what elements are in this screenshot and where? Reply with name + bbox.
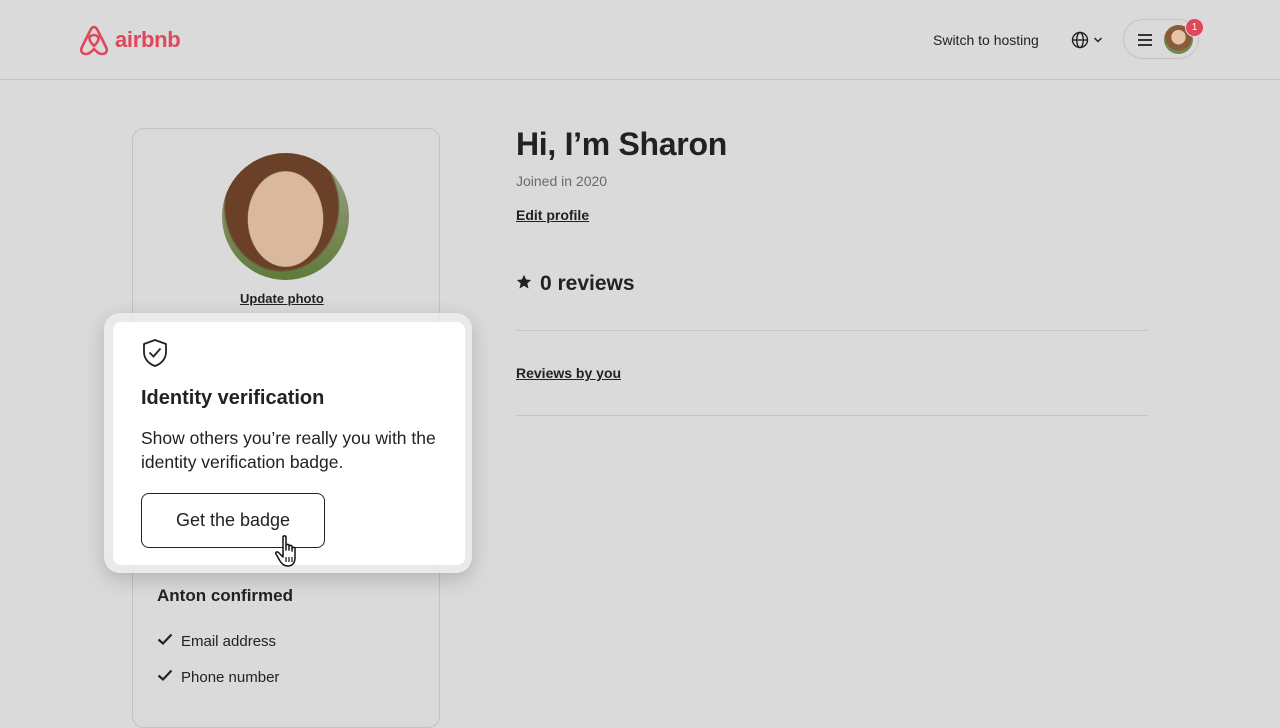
language-button[interactable]	[1071, 31, 1103, 49]
reviews-count-label: 0 reviews	[540, 272, 635, 295]
divider	[516, 330, 1148, 331]
divider	[516, 415, 1148, 416]
confirmed-section-title: Anton confirmed	[157, 586, 293, 605]
switch-to-hosting-link[interactable]: Switch to hosting	[933, 32, 1039, 48]
reviews-by-you-link[interactable]: Reviews by you	[516, 365, 621, 381]
hand-cursor-icon	[274, 533, 306, 576]
edit-profile-link[interactable]: Edit profile	[516, 207, 589, 223]
popover-title: Identity verification	[141, 387, 325, 409]
profile-photo	[222, 153, 349, 280]
top-navigation-bar: airbnb Switch to hosting 1	[0, 0, 1280, 80]
confirmed-item-phone: Phone number	[157, 668, 279, 686]
popover-description: Show others you’re really you with the i…	[141, 428, 436, 472]
confirmed-item-label: Phone number	[181, 668, 280, 686]
checkmark-icon	[157, 668, 181, 686]
page-title: Hi, I’m Sharon	[516, 126, 727, 162]
logo-text: airbnb	[115, 27, 181, 52]
reviews-count: 0 reviews	[516, 272, 635, 296]
joined-date: Joined in 2020	[516, 173, 608, 189]
popover-content: Identity verification Show others you’re…	[113, 322, 465, 565]
airbnb-logo[interactable]: airbnb	[79, 24, 181, 56]
hamburger-menu-icon	[1137, 33, 1153, 52]
globe-icon	[1071, 31, 1089, 49]
update-photo-link[interactable]: Update photo	[240, 291, 324, 306]
confirmed-item-email: Email address	[157, 632, 276, 650]
chevron-down-icon	[1093, 35, 1103, 45]
star-icon	[516, 272, 540, 296]
shield-check-icon	[141, 338, 169, 373]
notification-badge: 1	[1185, 18, 1204, 37]
user-menu-button[interactable]: 1	[1123, 18, 1204, 59]
confirmed-item-label: Email address	[181, 632, 277, 650]
checkmark-icon	[157, 632, 181, 650]
airbnb-logo-icon	[79, 24, 109, 56]
